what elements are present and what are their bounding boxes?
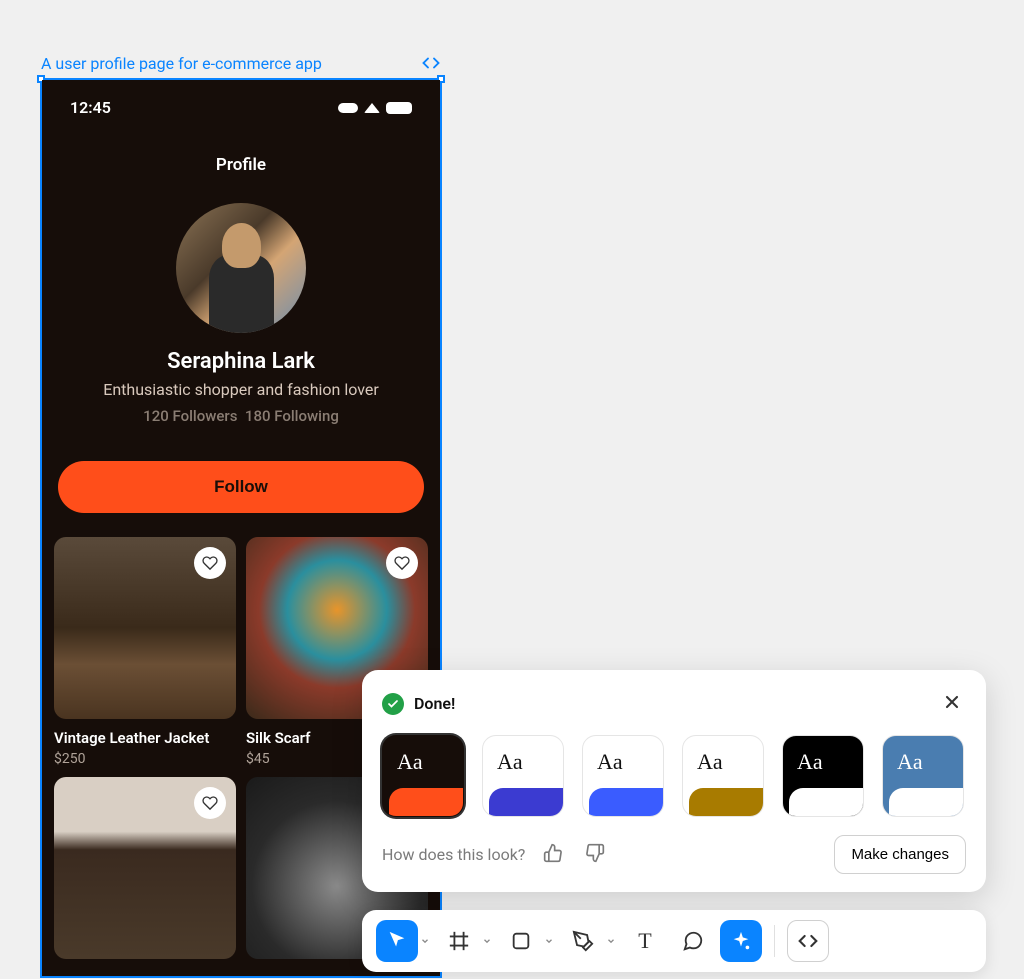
cursor-tool[interactable] bbox=[376, 920, 418, 962]
theme-option[interactable]: Aa bbox=[882, 735, 964, 817]
theme-accent bbox=[489, 788, 563, 816]
product-title: Vintage Leather Jacket bbox=[54, 729, 236, 747]
product-image[interactable] bbox=[54, 537, 236, 719]
page-title: Profile bbox=[62, 155, 420, 175]
wifi-icon bbox=[364, 103, 380, 113]
profile-stats: 120 Followers 180 Following bbox=[62, 407, 420, 425]
product-card[interactable]: Vintage Leather Jacket $250 bbox=[54, 537, 236, 767]
frame-label-text: A user profile page for e-commerce app bbox=[41, 54, 322, 73]
make-changes-button[interactable]: Make changes bbox=[834, 835, 966, 874]
profile-header: Profile Seraphina Lark Enthusiastic shop… bbox=[42, 125, 440, 445]
theme-accent bbox=[789, 788, 863, 816]
following-label[interactable]: Following bbox=[274, 407, 339, 425]
theme-option[interactable]: Aa bbox=[482, 735, 564, 817]
popup-status-text: Done! bbox=[414, 694, 455, 713]
comment-tool[interactable] bbox=[672, 920, 714, 962]
signal-icon bbox=[338, 103, 358, 113]
theme-label: Aa bbox=[483, 736, 563, 788]
thumbs-down-button[interactable] bbox=[581, 839, 609, 870]
thumbs-up-button[interactable] bbox=[539, 839, 567, 870]
popup-status: Done! bbox=[382, 693, 455, 715]
theme-label: Aa bbox=[883, 736, 963, 788]
status-bar: 12:45 bbox=[42, 80, 440, 125]
check-circle-icon bbox=[382, 693, 404, 715]
theme-option[interactable]: Aa bbox=[582, 735, 664, 817]
frame-tool[interactable] bbox=[438, 920, 480, 962]
battery-icon bbox=[386, 102, 412, 114]
frame-code-icon[interactable] bbox=[420, 54, 442, 76]
theme-label: Aa bbox=[683, 736, 763, 788]
favorite-button[interactable] bbox=[194, 547, 226, 579]
toolbar-separator bbox=[774, 925, 775, 957]
theme-accent bbox=[589, 788, 663, 816]
pen-tool[interactable] bbox=[562, 920, 604, 962]
frame-tool-caret[interactable] bbox=[480, 936, 494, 946]
theme-accent bbox=[689, 788, 763, 816]
text-tool[interactable]: T bbox=[624, 920, 666, 962]
favorite-button[interactable] bbox=[194, 787, 226, 819]
status-time: 12:45 bbox=[70, 98, 111, 117]
avatar[interactable] bbox=[176, 203, 306, 333]
status-icons bbox=[338, 102, 412, 114]
product-image[interactable] bbox=[54, 777, 236, 959]
product-card[interactable] bbox=[54, 777, 236, 959]
theme-label: Aa bbox=[383, 736, 463, 788]
following-count[interactable]: 180 bbox=[245, 407, 271, 425]
shape-tool-caret[interactable] bbox=[542, 936, 556, 946]
theme-options: Aa Aa Aa Aa Aa Aa bbox=[382, 735, 966, 817]
profile-bio: Enthusiastic shopper and fashion lover bbox=[62, 380, 420, 399]
feedback-prompt: How does this look? bbox=[382, 845, 525, 864]
theme-accent bbox=[389, 788, 463, 816]
toolbar: T bbox=[362, 910, 986, 972]
feedback-group: How does this look? bbox=[382, 839, 609, 870]
cursor-tool-caret[interactable] bbox=[418, 936, 432, 946]
theme-option[interactable]: Aa bbox=[682, 735, 764, 817]
theme-label: Aa bbox=[783, 736, 863, 788]
dev-mode-tool[interactable] bbox=[787, 920, 829, 962]
profile-name: Seraphina Lark bbox=[62, 349, 420, 374]
followers-label[interactable]: Followers bbox=[172, 407, 237, 425]
theme-accent bbox=[889, 788, 963, 816]
close-button[interactable] bbox=[938, 688, 966, 719]
pen-tool-caret[interactable] bbox=[604, 936, 618, 946]
ai-tool[interactable] bbox=[720, 920, 762, 962]
favorite-button[interactable] bbox=[386, 547, 418, 579]
followers-count[interactable]: 120 bbox=[143, 407, 169, 425]
theme-label: Aa bbox=[583, 736, 663, 788]
shape-tool[interactable] bbox=[500, 920, 542, 962]
frame-label[interactable]: A user profile page for e-commerce app bbox=[41, 54, 322, 73]
theme-option[interactable]: Aa bbox=[382, 735, 464, 817]
product-price: $250 bbox=[54, 751, 236, 767]
follow-button[interactable]: Follow bbox=[58, 461, 424, 513]
theme-option[interactable]: Aa bbox=[782, 735, 864, 817]
theme-popup: Done! Aa Aa Aa Aa Aa Aa How does this look? M… bbox=[362, 670, 986, 892]
